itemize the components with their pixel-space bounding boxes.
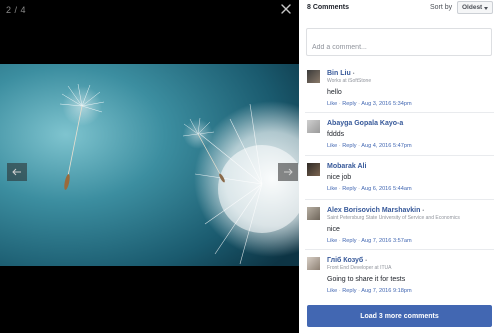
- comment-author[interactable]: Bin Liu: [327, 70, 351, 77]
- next-image-button[interactable]: [278, 163, 298, 181]
- close-icon: [281, 4, 291, 14]
- sort-dropdown[interactable]: Oldest: [457, 1, 493, 14]
- comment-timestamp[interactable]: Aug 3, 2016 5:34pm: [361, 101, 411, 107]
- comment-text: hello: [327, 89, 342, 96]
- comment-timestamp[interactable]: Aug 4, 2016 5:47pm: [361, 143, 411, 149]
- comment-author-subtitle: Front End Developer at ITUA: [327, 265, 392, 271]
- arrow-left-icon: [12, 168, 21, 176]
- like-link[interactable]: Like: [327, 143, 337, 149]
- chevron-down-icon: [484, 7, 488, 10]
- image-counter: 2 / 4: [6, 5, 27, 15]
- comments-panel: 8 Comments Sort by Oldest Bin Liu• Works…: [299, 0, 500, 333]
- comment-author-subtitle: Works at iSoftStone: [327, 78, 372, 84]
- avatar[interactable]: [307, 163, 320, 176]
- comment-author[interactable]: Abayga Gopala Kayo-a: [327, 120, 403, 127]
- comments-header: 8 Comments Sort by Oldest: [299, 0, 500, 17]
- reply-link[interactable]: Reply: [342, 101, 356, 107]
- comment-text: fddds: [327, 131, 345, 138]
- like-link[interactable]: Like: [327, 101, 337, 107]
- sort-value: Oldest: [462, 4, 483, 11]
- close-button[interactable]: [279, 2, 293, 16]
- load-more-comments-button[interactable]: Load 3 more comments: [307, 305, 492, 327]
- comment-actions: Like · Reply · Aug 3, 2016 5:34pm: [327, 101, 412, 107]
- comment-count: 8 Comments: [307, 4, 350, 11]
- arrow-right-icon: [284, 168, 293, 176]
- divider: [305, 155, 494, 156]
- comment-actions: Like · Reply · Aug 6, 2016 5:44am: [327, 186, 412, 192]
- avatar[interactable]: [307, 70, 320, 83]
- reply-link[interactable]: Reply: [342, 143, 356, 149]
- avatar[interactable]: [307, 207, 320, 220]
- avatar[interactable]: [307, 120, 320, 133]
- comment-author[interactable]: Alex Borisovich Marshavkin: [327, 207, 420, 214]
- comment-actions: Like · Reply · Aug 4, 2016 5:47pm: [327, 143, 412, 149]
- comment-author[interactable]: Гліб Козуб: [327, 257, 363, 264]
- comment-actions: Like · Reply · Aug 7, 2016 9:18pm: [327, 288, 412, 294]
- previous-image-button[interactable]: [7, 163, 27, 181]
- divider: [305, 249, 494, 250]
- avatar[interactable]: [307, 257, 320, 270]
- divider: [305, 112, 494, 113]
- like-link[interactable]: Like: [327, 186, 337, 192]
- like-link[interactable]: Like: [327, 238, 337, 244]
- image-viewer: 2 / 4: [0, 0, 299, 333]
- comment-text: Going to share it for tests: [327, 276, 406, 283]
- comment-timestamp[interactable]: Aug 7, 2016 3:57am: [361, 238, 411, 244]
- divider: [305, 199, 494, 200]
- comment-timestamp[interactable]: Aug 7, 2016 9:18pm: [361, 288, 411, 294]
- comment-text: nice job: [327, 174, 352, 181]
- comment-timestamp[interactable]: Aug 6, 2016 5:44am: [361, 186, 411, 192]
- comment-text: nice: [327, 226, 340, 233]
- reply-link[interactable]: Reply: [342, 238, 356, 244]
- reply-link[interactable]: Reply: [342, 186, 356, 192]
- comment-actions: Like · Reply · Aug 7, 2016 3:57am: [327, 238, 412, 244]
- comment-input[interactable]: [306, 28, 492, 56]
- comment-author[interactable]: Mobarak Ali: [327, 163, 366, 170]
- dandelion-photo: [0, 64, 299, 266]
- sort-label: Sort by: [430, 4, 453, 11]
- reply-link[interactable]: Reply: [342, 288, 356, 294]
- like-link[interactable]: Like: [327, 288, 337, 294]
- comment-author-subtitle: Saint Petersburg State University of Ser…: [327, 215, 460, 221]
